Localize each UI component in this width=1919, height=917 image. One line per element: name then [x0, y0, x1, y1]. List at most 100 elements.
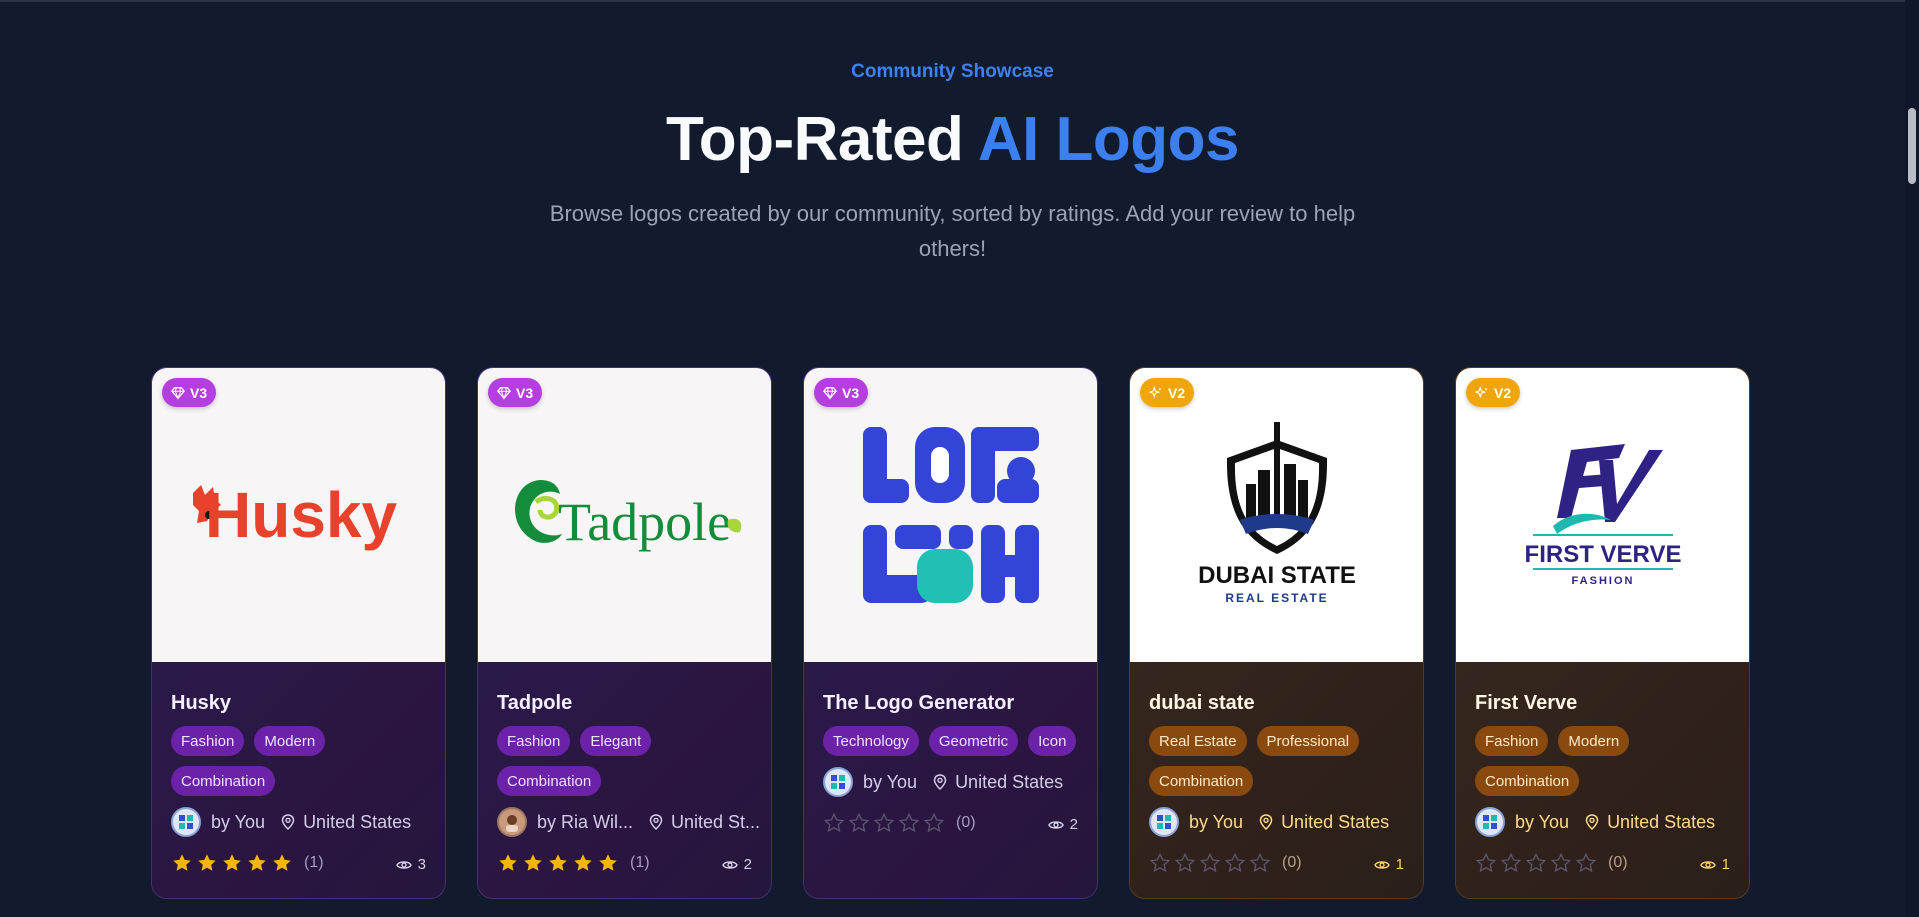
logo-card[interactable]: Husky V3 Husky Fashion Modern Combinatio… — [151, 367, 446, 899]
card-info: The Logo Generator Technology Geometric … — [804, 662, 1097, 898]
star-rating[interactable]: (1) — [497, 852, 650, 874]
logo-card[interactable]: FIRST VERVE FASHION V2 First Verve Fashi… — [1455, 367, 1750, 899]
logo-card[interactable]: DUBAI STATE REAL ESTATE V2 dubai state R… — [1129, 367, 1424, 899]
author-meta: by You United States — [1149, 807, 1389, 837]
logo-wordmark: Tadpole — [558, 492, 731, 552]
logo-wordmark: Husky — [205, 479, 398, 551]
author-name[interactable]: by You — [1515, 812, 1569, 833]
author-name[interactable]: by Ria Wil... — [537, 812, 633, 833]
location-pin-icon — [281, 814, 295, 830]
location-pin-icon — [1585, 814, 1599, 830]
page-title: Top-Rated AI Logos — [0, 104, 1905, 175]
star-empty-icon[interactable] — [1149, 852, 1171, 874]
location-pin-icon — [933, 774, 947, 790]
logo-card[interactable]: Tadpole V3 Tadpole Fashion Elegant Combi… — [477, 367, 772, 899]
tag[interactable]: Geometric — [928, 726, 1019, 756]
location: United States — [303, 811, 412, 832]
view-count: 2 — [721, 856, 752, 873]
review-count: (1) — [304, 854, 324, 871]
tag-list: Fashion Elegant Combination — [497, 726, 762, 796]
author-meta: by You United States — [823, 767, 1063, 797]
tag[interactable]: Real Estate — [1149, 726, 1247, 756]
star-filled-icon[interactable] — [171, 852, 193, 874]
star-empty-icon[interactable] — [1249, 852, 1271, 874]
star-filled-icon[interactable] — [196, 852, 218, 874]
sparkles-icon — [1475, 385, 1488, 398]
avatar — [1475, 807, 1505, 837]
star-empty-icon[interactable] — [1475, 852, 1497, 874]
star-empty-icon[interactable] — [823, 812, 845, 834]
version-badge: V2 — [1466, 378, 1521, 407]
eye-icon — [1373, 860, 1390, 869]
star-rating[interactable]: (0) — [1149, 852, 1302, 874]
logo-subtext: REAL ESTATE — [1225, 591, 1328, 605]
title-main: Top-Rated — [665, 105, 964, 174]
star-filled-icon[interactable] — [572, 852, 594, 874]
star-empty-icon[interactable] — [1199, 852, 1221, 874]
tag[interactable]: Fashion — [497, 726, 571, 756]
star-filled-icon[interactable] — [547, 852, 569, 874]
diamond-icon — [823, 386, 837, 400]
star-rating[interactable]: (0) — [823, 812, 976, 834]
view-count: 1 — [1699, 856, 1730, 873]
title-accent: AI Logos — [977, 105, 1240, 174]
tag[interactable]: Fashion — [1475, 726, 1549, 756]
star-empty-icon[interactable] — [1525, 852, 1547, 874]
logo-name: Husky — [171, 692, 232, 714]
star-empty-icon[interactable] — [898, 812, 920, 834]
tag[interactable]: Modern — [254, 726, 326, 756]
tag[interactable]: Combination — [1475, 766, 1580, 796]
scrollbar-thumb[interactable] — [1908, 108, 1916, 184]
tag[interactable]: Combination — [1149, 766, 1254, 796]
logo-image-area[interactable] — [804, 368, 1097, 662]
logo-image — [804, 368, 1097, 662]
tag[interactable]: Fashion — [171, 726, 245, 756]
tag[interactable]: Combination — [171, 766, 276, 796]
avatar — [497, 807, 527, 837]
star-filled-icon[interactable] — [522, 852, 544, 874]
star-empty-icon[interactable] — [1224, 852, 1246, 874]
tag[interactable]: Technology — [823, 726, 919, 756]
star-empty-icon[interactable] — [1174, 852, 1196, 874]
author-name[interactable]: by You — [863, 772, 917, 793]
logo-card[interactable]: V3 The Logo Generator Technology Geometr… — [803, 367, 1098, 899]
star-filled-icon[interactable] — [497, 852, 519, 874]
star-filled-icon[interactable] — [597, 852, 619, 874]
star-empty-icon[interactable] — [1550, 852, 1572, 874]
tag-list: Real Estate Professional Combination — [1149, 726, 1414, 796]
logo-image-area[interactable]: FIRST VERVE FASHION — [1456, 368, 1749, 662]
logo-image: FIRST VERVE FASHION — [1456, 368, 1749, 662]
avatar — [1149, 807, 1179, 837]
logo-wordmark: FIRST VERVE — [1524, 541, 1681, 568]
tag-list: Fashion Modern Combination — [171, 726, 436, 796]
location: United St... — [671, 811, 761, 832]
tag-list: Fashion Modern Combination — [1475, 726, 1740, 796]
star-filled-icon[interactable] — [246, 852, 268, 874]
author-name[interactable]: by You — [1189, 812, 1243, 833]
star-filled-icon[interactable] — [221, 852, 243, 874]
logo-name: First Verve — [1475, 692, 1578, 714]
top-border — [0, 0, 1905, 2]
star-empty-icon[interactable] — [1500, 852, 1522, 874]
tag[interactable]: Elegant — [580, 726, 652, 756]
star-rating[interactable]: (0) — [1475, 852, 1628, 874]
logo-image-area[interactable]: Husky — [152, 368, 445, 662]
location: United States — [1281, 811, 1390, 832]
tag[interactable]: Modern — [1558, 726, 1630, 756]
star-empty-icon[interactable] — [923, 812, 945, 834]
location: United States — [1607, 811, 1716, 832]
tag[interactable]: Professional — [1256, 726, 1360, 756]
tag[interactable]: Icon — [1028, 726, 1077, 756]
star-empty-icon[interactable] — [1575, 852, 1597, 874]
logo-image-area[interactable]: DUBAI STATE REAL ESTATE — [1130, 368, 1423, 662]
author-name[interactable]: by You — [211, 812, 265, 833]
page-scrollbar[interactable] — [1905, 0, 1919, 917]
location: United States — [955, 771, 1064, 792]
star-rating[interactable]: (1) — [171, 852, 324, 874]
star-empty-icon[interactable] — [873, 812, 895, 834]
logo-image-area[interactable]: Tadpole — [478, 368, 771, 662]
star-empty-icon[interactable] — [848, 812, 870, 834]
review-count: (1) — [630, 854, 650, 871]
star-filled-icon[interactable] — [271, 852, 293, 874]
tag[interactable]: Combination — [497, 766, 602, 796]
